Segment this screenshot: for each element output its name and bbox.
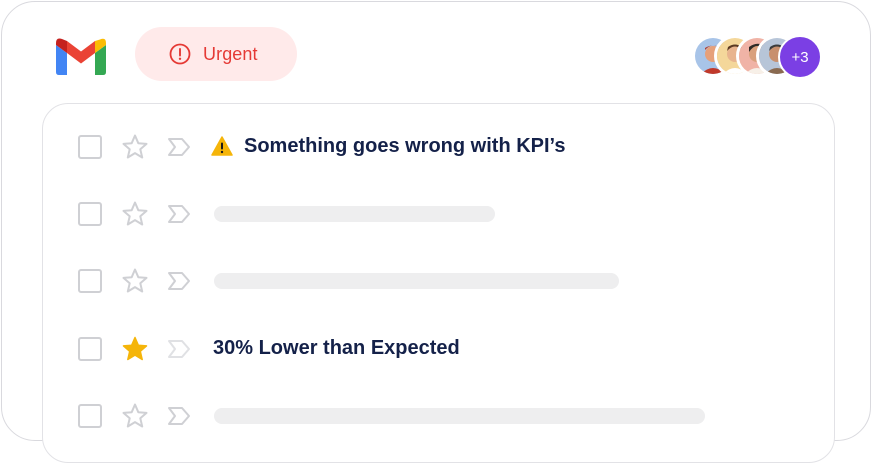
- select-checkbox[interactable]: [78, 337, 102, 361]
- alert-circle-icon: [169, 43, 191, 65]
- urgent-filter-chip[interactable]: Urgent: [135, 27, 297, 81]
- subject-placeholder-bar: [214, 408, 705, 424]
- subject-placeholder-bar: [214, 273, 619, 289]
- star-outline-icon[interactable]: [121, 133, 149, 161]
- warning-icon: [211, 136, 233, 156]
- message-row[interactable]: [43, 392, 833, 442]
- star-outline-icon[interactable]: [121, 200, 149, 228]
- more-participants-badge[interactable]: +3: [778, 35, 822, 79]
- participants-avatar-group: +3: [692, 33, 832, 79]
- widget-frame: Urgent +3 Something goes wrong with KPI’…: [1, 1, 871, 463]
- message-subject[interactable]: 30% Lower than Expected: [213, 337, 460, 360]
- select-checkbox[interactable]: [78, 269, 102, 293]
- select-checkbox[interactable]: [78, 135, 102, 159]
- gmail-logo-icon: [56, 38, 106, 75]
- star-outline-icon[interactable]: [121, 402, 149, 430]
- message-subject[interactable]: Something goes wrong with KPI’s: [244, 135, 566, 158]
- select-checkbox[interactable]: [78, 202, 102, 226]
- message-row[interactable]: 30% Lower than Expected: [43, 325, 833, 375]
- star-outline-icon[interactable]: [121, 267, 149, 295]
- message-row[interactable]: [43, 190, 833, 240]
- important-marker-icon[interactable]: [167, 271, 191, 291]
- important-marker-icon[interactable]: [167, 406, 191, 426]
- important-marker-icon[interactable]: [167, 204, 191, 224]
- message-list-card: Something goes wrong with KPI’s 30% Lowe…: [42, 103, 835, 463]
- message-row[interactable]: Something goes wrong with KPI’s: [43, 123, 833, 173]
- urgent-filter-label: Urgent: [203, 43, 258, 64]
- important-marker-icon[interactable]: [167, 339, 191, 359]
- subject-placeholder-bar: [214, 206, 495, 222]
- message-row[interactable]: [43, 257, 833, 307]
- select-checkbox[interactable]: [78, 404, 102, 428]
- important-marker-icon[interactable]: [167, 137, 191, 157]
- star-filled-icon[interactable]: [121, 335, 149, 363]
